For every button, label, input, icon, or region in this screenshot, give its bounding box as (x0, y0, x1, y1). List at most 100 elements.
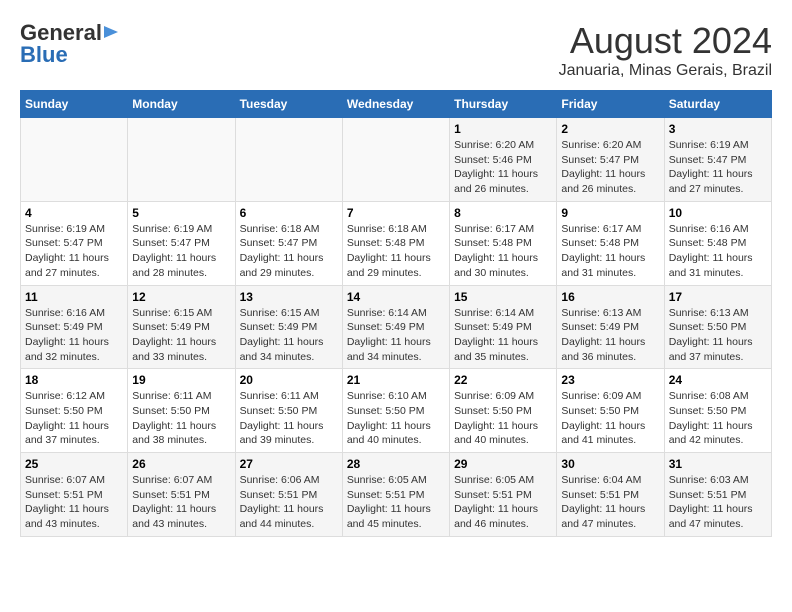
calendar-cell: 11 Sunrise: 6:16 AM Sunset: 5:49 PM Dayli… (21, 285, 128, 369)
day-number: 15 (454, 290, 552, 304)
calendar-cell: 30 Sunrise: 6:04 AM Sunset: 5:51 PM Dayli… (557, 453, 664, 537)
logo-arrow-icon (104, 24, 120, 45)
calendar-cell: 31 Sunrise: 6:03 AM Sunset: 5:51 PM Dayli… (664, 453, 771, 537)
title-block: August 2024 Januaria, Minas Gerais, Braz… (559, 20, 772, 80)
day-info: Sunrise: 6:06 AM Sunset: 5:51 PM Dayligh… (240, 473, 338, 532)
calendar-cell: 27 Sunrise: 6:06 AM Sunset: 5:51 PM Dayli… (235, 453, 342, 537)
calendar-cell: 2 Sunrise: 6:20 AM Sunset: 5:47 PM Daylig… (557, 118, 664, 202)
day-info: Sunrise: 6:19 AM Sunset: 5:47 PM Dayligh… (669, 138, 767, 197)
logo: General Blue (20, 20, 120, 68)
calendar-cell: 8 Sunrise: 6:17 AM Sunset: 5:48 PM Daylig… (450, 201, 557, 285)
calendar-cell: 28Sunrise: 6:05 AM Sunset: 5:51 PM Dayli… (342, 453, 449, 537)
day-info: Sunrise: 6:17 AM Sunset: 5:48 PM Dayligh… (561, 222, 659, 281)
calendar-body: 1 Sunrise: 6:20 AM Sunset: 5:46 PM Daylig… (21, 118, 772, 537)
day-number: 31 (669, 457, 767, 471)
day-number: 24 (669, 373, 767, 387)
calendar-header: SundayMondayTuesdayWednesdayThursdayFrid… (21, 91, 772, 118)
day-number: 19 (132, 373, 230, 387)
calendar-cell: 14 Sunrise: 6:14 AM Sunset: 5:49 PM Dayli… (342, 285, 449, 369)
calendar-cell: 26 Sunrise: 6:07 AM Sunset: 5:51 PM Dayli… (128, 453, 235, 537)
day-info: Sunrise: 6:04 AM Sunset: 5:51 PM Dayligh… (561, 473, 659, 532)
day-info: Sunrise: 6:14 AM Sunset: 5:49 PM Dayligh… (347, 306, 445, 365)
day-number: 7 (347, 206, 445, 220)
calendar-cell: 6 Sunrise: 6:18 AM Sunset: 5:47 PM Daylig… (235, 201, 342, 285)
page-header: General Blue August 2024 Januaria, Minas… (20, 20, 772, 80)
calendar-cell (128, 118, 235, 202)
day-number: 21 (347, 373, 445, 387)
calendar-cell: 20 Sunrise: 6:11 AM Sunset: 5:50 PM Dayli… (235, 369, 342, 453)
day-info: Sunrise: 6:18 AM Sunset: 5:47 PM Dayligh… (240, 222, 338, 281)
weekday-header: Sunday (21, 91, 128, 118)
day-info: Sunrise: 6:11 AM Sunset: 5:50 PM Dayligh… (132, 389, 230, 448)
calendar-cell: 17 Sunrise: 6:13 AM Sunset: 5:50 PM Dayli… (664, 285, 771, 369)
day-number: 5 (132, 206, 230, 220)
day-number: 20 (240, 373, 338, 387)
day-number: 26 (132, 457, 230, 471)
calendar-cell: 12 Sunrise: 6:15 AM Sunset: 5:49 PM Dayli… (128, 285, 235, 369)
day-info: Sunrise: 6:15 AM Sunset: 5:49 PM Dayligh… (240, 306, 338, 365)
calendar-cell: 16 Sunrise: 6:13 AM Sunset: 5:49 PM Dayli… (557, 285, 664, 369)
calendar-cell: 1 Sunrise: 6:20 AM Sunset: 5:46 PM Daylig… (450, 118, 557, 202)
day-number: 23 (561, 373, 659, 387)
day-info: Sunrise: 6:12 AM Sunset: 5:50 PM Dayligh… (25, 389, 123, 448)
day-number: 6 (240, 206, 338, 220)
day-info: Sunrise: 6:20 AM Sunset: 5:46 PM Dayligh… (454, 138, 552, 197)
calendar-week-row: 18 Sunrise: 6:12 AM Sunset: 5:50 PM Dayli… (21, 369, 772, 453)
weekday-header: Wednesday (342, 91, 449, 118)
day-number: 12 (132, 290, 230, 304)
day-number: 22 (454, 373, 552, 387)
day-info: Sunrise: 6:16 AM Sunset: 5:49 PM Dayligh… (25, 306, 123, 365)
day-number: 28 (347, 457, 445, 471)
day-number: 8 (454, 206, 552, 220)
day-number: 11 (25, 290, 123, 304)
calendar-cell: 24 Sunrise: 6:08 AM Sunset: 5:50 PM Dayli… (664, 369, 771, 453)
day-info: Sunrise: 6:20 AM Sunset: 5:47 PM Dayligh… (561, 138, 659, 197)
calendar-cell: 10 Sunrise: 6:16 AM Sunset: 5:48 PM Dayli… (664, 201, 771, 285)
weekday-header: Friday (557, 91, 664, 118)
calendar-cell: 25Sunrise: 6:07 AM Sunset: 5:51 PM Dayli… (21, 453, 128, 537)
calendar-cell: 7 Sunrise: 6:18 AM Sunset: 5:48 PM Daylig… (342, 201, 449, 285)
day-info: Sunrise: 6:13 AM Sunset: 5:50 PM Dayligh… (669, 306, 767, 365)
day-info: Sunrise: 6:19 AM Sunset: 5:47 PM Dayligh… (25, 222, 123, 281)
day-number: 17 (669, 290, 767, 304)
day-info: Sunrise: 6:15 AM Sunset: 5:49 PM Dayligh… (132, 306, 230, 365)
day-number: 30 (561, 457, 659, 471)
day-number: 3 (669, 122, 767, 136)
day-info: Sunrise: 6:08 AM Sunset: 5:50 PM Dayligh… (669, 389, 767, 448)
calendar-table: SundayMondayTuesdayWednesdayThursdayFrid… (20, 90, 772, 537)
day-number: 2 (561, 122, 659, 136)
day-info: Sunrise: 6:11 AM Sunset: 5:50 PM Dayligh… (240, 389, 338, 448)
calendar-cell: 13 Sunrise: 6:15 AM Sunset: 5:49 PM Dayli… (235, 285, 342, 369)
day-number: 27 (240, 457, 338, 471)
calendar-cell (342, 118, 449, 202)
day-number: 29 (454, 457, 552, 471)
calendar-week-row: 1 Sunrise: 6:20 AM Sunset: 5:46 PM Daylig… (21, 118, 772, 202)
day-number: 13 (240, 290, 338, 304)
calendar-cell: 21Sunrise: 6:10 AM Sunset: 5:50 PM Dayli… (342, 369, 449, 453)
calendar-week-row: 4Sunrise: 6:19 AM Sunset: 5:47 PM Daylig… (21, 201, 772, 285)
day-info: Sunrise: 6:18 AM Sunset: 5:48 PM Dayligh… (347, 222, 445, 281)
day-number: 18 (25, 373, 123, 387)
day-number: 14 (347, 290, 445, 304)
day-info: Sunrise: 6:13 AM Sunset: 5:49 PM Dayligh… (561, 306, 659, 365)
calendar-cell (21, 118, 128, 202)
day-number: 1 (454, 122, 552, 136)
weekday-header: Monday (128, 91, 235, 118)
calendar-cell: 18 Sunrise: 6:12 AM Sunset: 5:50 PM Dayli… (21, 369, 128, 453)
day-info: Sunrise: 6:07 AM Sunset: 5:51 PM Dayligh… (132, 473, 230, 532)
day-number: 10 (669, 206, 767, 220)
calendar-cell: 9Sunrise: 6:17 AM Sunset: 5:48 PM Daylig… (557, 201, 664, 285)
day-info: Sunrise: 6:09 AM Sunset: 5:50 PM Dayligh… (454, 389, 552, 448)
weekday-header: Tuesday (235, 91, 342, 118)
page-title: August 2024 (559, 20, 772, 62)
day-info: Sunrise: 6:16 AM Sunset: 5:48 PM Dayligh… (669, 222, 767, 281)
day-info: Sunrise: 6:17 AM Sunset: 5:48 PM Dayligh… (454, 222, 552, 281)
calendar-cell: 15Sunrise: 6:14 AM Sunset: 5:49 PM Dayli… (450, 285, 557, 369)
day-number: 25 (25, 457, 123, 471)
day-info: Sunrise: 6:03 AM Sunset: 5:51 PM Dayligh… (669, 473, 767, 532)
weekday-header: Saturday (664, 91, 771, 118)
logo-blue: Blue (20, 42, 68, 68)
calendar-cell (235, 118, 342, 202)
calendar-cell: 19 Sunrise: 6:11 AM Sunset: 5:50 PM Dayli… (128, 369, 235, 453)
day-number: 16 (561, 290, 659, 304)
